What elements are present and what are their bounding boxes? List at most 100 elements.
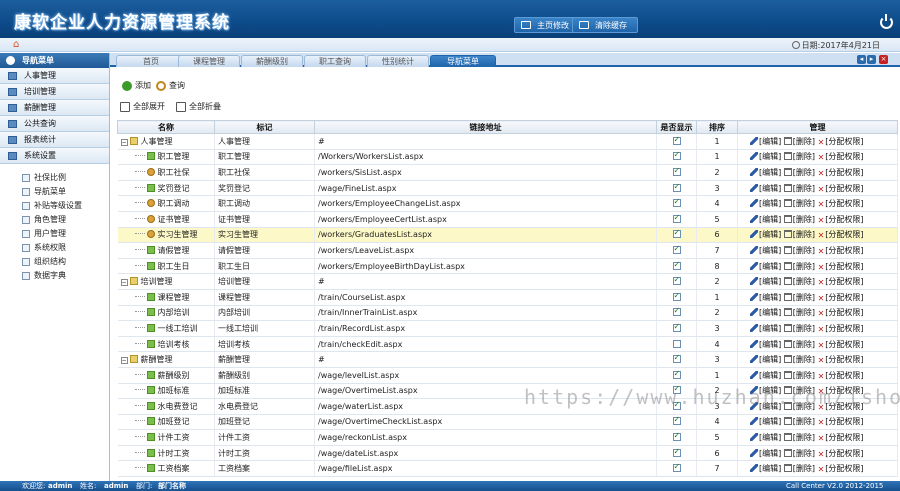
- table-row[interactable]: 加班登记加班登记/wage/OvertimeCheckList.aspx4[编辑…: [117, 414, 898, 431]
- permission-link[interactable]: [分配权限]: [825, 464, 863, 473]
- table-row[interactable]: 计件工资 计件工资/wage/reckonList.aspx 5[编辑] [删除] …: [117, 429, 898, 446]
- show-checkbox[interactable]: [672, 213, 681, 223]
- sidebar-group-training[interactable]: 培训管理: [0, 84, 109, 100]
- edit-link[interactable]: [编辑]: [759, 199, 781, 208]
- sidebar-item[interactable]: 角色管理: [0, 213, 109, 227]
- tab-nav-menu[interactable]: 导航菜单: [430, 55, 496, 67]
- edit-link[interactable]: [编辑]: [759, 246, 781, 255]
- edit-link[interactable]: [编辑]: [759, 152, 781, 161]
- edit-link[interactable]: [编辑]: [759, 215, 781, 224]
- delete-link[interactable]: [删除]: [793, 199, 815, 208]
- permission-link[interactable]: [分配权限]: [825, 308, 863, 317]
- table-row[interactable]: 课程管理课程管理/train/CourseList.aspx1[编辑] [删除]…: [117, 289, 898, 306]
- edit-link[interactable]: [编辑]: [759, 417, 781, 426]
- delete-link[interactable]: [删除]: [793, 371, 815, 380]
- delete-link[interactable]: [删除]: [793, 230, 815, 239]
- show-checkbox[interactable]: [672, 260, 681, 270]
- permission-link[interactable]: [分配权限]: [825, 168, 863, 177]
- collapse-all-button[interactable]: 全部折叠: [176, 100, 221, 114]
- table-row[interactable]: 薪酬级别薪酬级别/wage/levelList.aspx1[编辑] [删除] ✕…: [117, 367, 898, 384]
- table-row[interactable]: 证书管理证书管理/workers/EmployeeCertList.aspx5[…: [117, 211, 898, 228]
- show-checkbox[interactable]: [672, 197, 681, 208]
- permission-link[interactable]: [分配权限]: [825, 293, 863, 302]
- permission-link[interactable]: [分配权限]: [825, 199, 863, 208]
- sidebar-group-hr[interactable]: 人事管理: [0, 68, 109, 84]
- show-checkbox[interactable]: [672, 431, 681, 442]
- tab-gender-stats[interactable]: 性别统计: [367, 55, 429, 67]
- permission-link[interactable]: [分配权限]: [825, 230, 863, 239]
- table-row[interactable]: 奖罚登记奖罚登记/wage/FineList.aspx3[编辑] [删除] ✕[…: [117, 180, 898, 197]
- sidebar-item[interactable]: 用户管理: [0, 227, 109, 241]
- tab-next-icon[interactable]: ▸: [867, 55, 876, 64]
- permission-link[interactable]: [分配权限]: [825, 277, 863, 286]
- sidebar-item[interactable]: 系统权限: [0, 241, 109, 255]
- show-checkbox[interactable]: [672, 415, 681, 426]
- edit-link[interactable]: [编辑]: [759, 355, 781, 364]
- table-row[interactable]: 实习生管理实习生管理/workers/GraduatesList.aspx6[编…: [117, 227, 898, 244]
- permission-link[interactable]: [分配权限]: [825, 152, 863, 161]
- power-icon[interactable]: [880, 14, 893, 29]
- table-row[interactable]: −薪酬管理薪酬管理#3[编辑] [删除] ✕[分配权限]: [117, 351, 898, 368]
- delete-link[interactable]: [删除]: [793, 215, 815, 224]
- edit-link[interactable]: [编辑]: [759, 137, 781, 146]
- permission-link[interactable]: [分配权限]: [825, 371, 863, 380]
- edit-link[interactable]: [编辑]: [759, 371, 781, 380]
- show-checkbox[interactable]: [672, 447, 681, 457]
- add-button[interactable]: 添加: [122, 79, 151, 93]
- tree-toggle-icon[interactable]: −: [120, 138, 128, 146]
- show-checkbox[interactable]: [672, 244, 681, 254]
- permission-link[interactable]: [分配权限]: [825, 340, 863, 349]
- permission-link[interactable]: [分配权限]: [825, 324, 863, 333]
- sidebar-item[interactable]: 社保比例: [0, 171, 109, 185]
- edit-link[interactable]: [编辑]: [759, 293, 781, 302]
- table-row[interactable]: 职工管理职工管理/Workers/WorkersList.aspx1[编辑] […: [117, 149, 898, 166]
- sidebar-group-salary[interactable]: 薪酬管理: [0, 100, 109, 116]
- show-checkbox[interactable]: [672, 353, 681, 364]
- edit-link[interactable]: [编辑]: [759, 230, 781, 239]
- tab-course[interactable]: 课程管理: [178, 55, 240, 67]
- edit-link[interactable]: [编辑]: [759, 324, 781, 333]
- table-row[interactable]: 工资档案工资档案/wage/fileList.aspx7[编辑] [删除] ✕[…: [117, 460, 898, 478]
- edit-link[interactable]: [编辑]: [759, 168, 781, 177]
- show-checkbox[interactable]: [672, 166, 681, 176]
- sidebar-item[interactable]: 导航菜单: [0, 185, 109, 199]
- home-icon[interactable]: ⌂: [13, 40, 23, 50]
- show-checkbox[interactable]: [672, 275, 681, 286]
- tab-home[interactable]: 首页: [116, 55, 186, 67]
- edit-link[interactable]: [编辑]: [759, 277, 781, 286]
- delete-link[interactable]: [删除]: [793, 152, 815, 161]
- table-row[interactable]: 培训考核 培训考核/train/checkEdit.aspx 4 [编辑] [删除] …: [117, 336, 898, 353]
- delete-link[interactable]: [删除]: [793, 308, 815, 317]
- show-checkbox[interactable]: [672, 291, 681, 301]
- delete-link[interactable]: [删除]: [793, 293, 815, 302]
- edit-link[interactable]: [编辑]: [759, 308, 781, 317]
- delete-link[interactable]: [删除]: [793, 277, 815, 286]
- table-row[interactable]: −人事管理人事管理#1[编辑] [删除] ✕[分配权限]: [117, 133, 898, 150]
- table-row[interactable]: 职工生日 职工生日/workers/EmployeeBirthDayList.as…: [117, 258, 898, 275]
- show-checkbox[interactable]: [672, 228, 681, 239]
- home-modify-button[interactable]: 主页修改: [514, 17, 580, 33]
- table-row[interactable]: 内部培训 内部培训/train/InnerTrainList.aspx 2[编辑] …: [117, 305, 898, 322]
- table-row[interactable]: 计时工资计时工资/wage/dateList.aspx6[编辑] [删除] ✕[…: [117, 445, 898, 462]
- edit-link[interactable]: [编辑]: [759, 340, 781, 349]
- tree-toggle-icon[interactable]: −: [120, 279, 128, 287]
- sidebar-group-reports[interactable]: 报表统计: [0, 132, 109, 148]
- table-row[interactable]: 职工社保 职工社保/workers/SisList.aspx 2[编辑] [删除] …: [117, 164, 898, 181]
- delete-link[interactable]: [删除]: [793, 168, 815, 177]
- delete-link[interactable]: [删除]: [793, 262, 815, 271]
- edit-link[interactable]: [编辑]: [759, 184, 781, 193]
- tab-staff-query[interactable]: 职工查询: [304, 55, 366, 67]
- delete-link[interactable]: [删除]: [793, 340, 815, 349]
- delete-link[interactable]: [删除]: [793, 324, 815, 333]
- edit-link[interactable]: [编辑]: [759, 464, 781, 473]
- table-row[interactable]: 请假管理请假管理/workers/LeaveList.aspx7[编辑] [删除…: [117, 242, 898, 259]
- delete-link[interactable]: [删除]: [793, 464, 815, 473]
- permission-link[interactable]: [分配权限]: [825, 262, 863, 271]
- permission-link[interactable]: [分配权限]: [825, 215, 863, 224]
- edit-link[interactable]: [编辑]: [759, 262, 781, 271]
- clear-cache-button[interactable]: 清除缓存: [572, 17, 638, 33]
- close-icon[interactable]: ×: [879, 55, 888, 64]
- show-checkbox[interactable]: [672, 369, 681, 379]
- show-checkbox[interactable]: [672, 339, 681, 348]
- query-button[interactable]: 查询: [156, 79, 185, 93]
